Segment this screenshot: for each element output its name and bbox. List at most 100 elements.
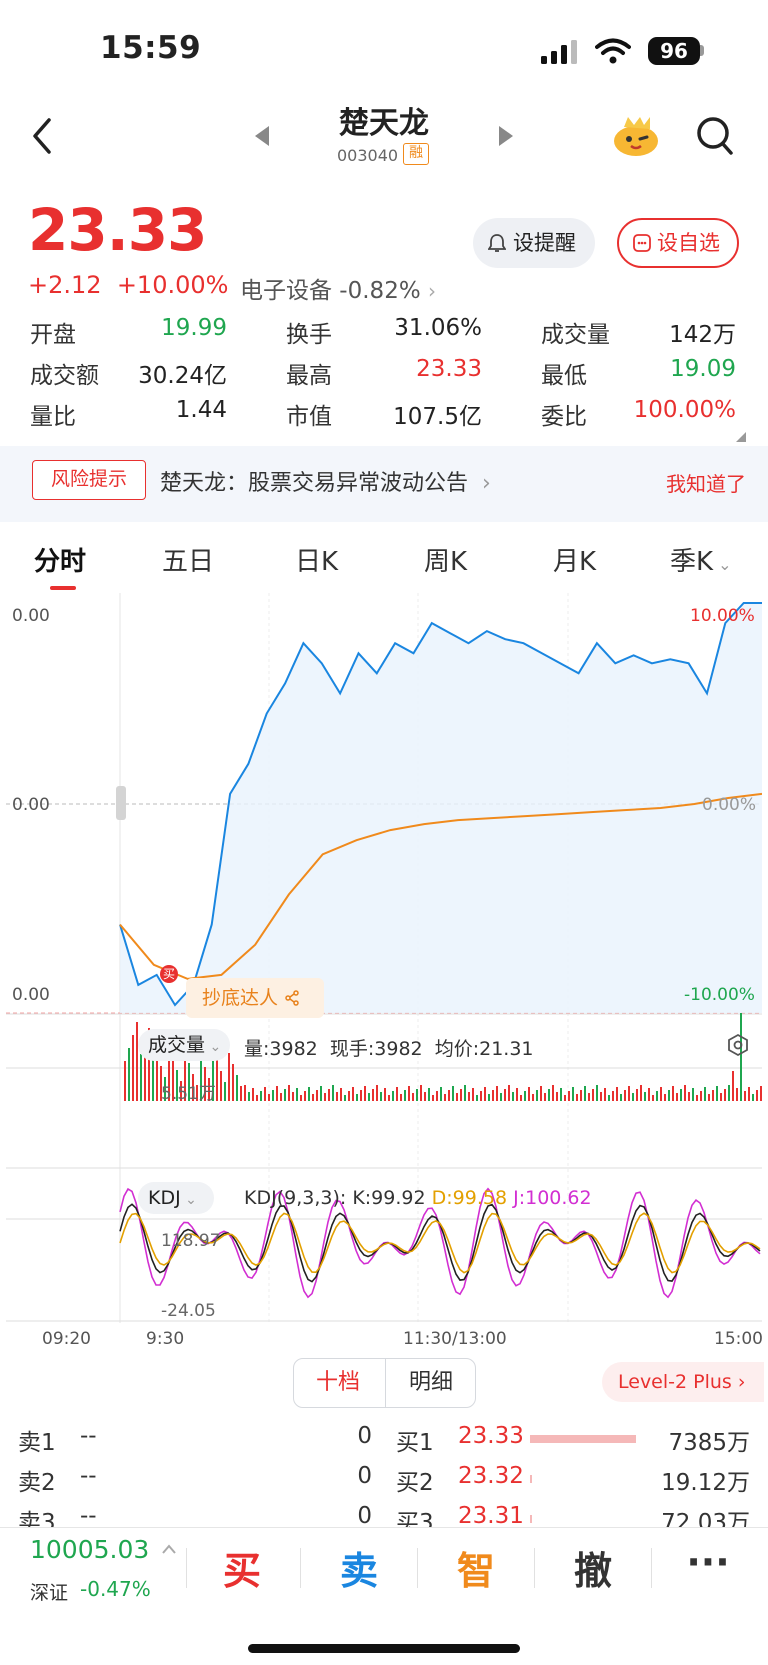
stat-label: 量比 (30, 404, 76, 430)
tab-quarterly-k[interactable]: 季K ⌄ (670, 541, 732, 578)
volume-bar (392, 1091, 394, 1101)
buy-button[interactable]: 买 (202, 1540, 282, 1595)
tab-weekly-k[interactable]: 周K (424, 541, 467, 578)
risk-dismiss-button[interactable]: 我知道了 (666, 468, 746, 497)
volume-bar (580, 1090, 582, 1101)
stat-label: 换手 (286, 322, 332, 348)
volume-bar (432, 1095, 434, 1101)
kdj-label: KDJ (148, 1187, 181, 1209)
cancel-order-button[interactable]: 撤 (553, 1540, 633, 1595)
x-tick: 15:00 (714, 1329, 763, 1349)
volume-bar (668, 1090, 670, 1101)
smart-button[interactable]: 智 (436, 1540, 516, 1595)
volume-bar (464, 1085, 466, 1101)
volume-bar (608, 1095, 610, 1101)
expand-corner-icon[interactable] (736, 432, 746, 442)
buy-level-label: 买2 (396, 1470, 434, 1496)
stock-code: 003040 (337, 146, 399, 165)
risk-announcement-link[interactable]: 楚天龙：股票交易异常波动公告 › (160, 465, 491, 497)
volume-avg-price: 均价:21.31 (434, 1038, 534, 1060)
volume-bar (500, 1093, 502, 1101)
tab-active-indicator (50, 586, 76, 590)
volume-bar (368, 1093, 370, 1101)
tab-intraday[interactable]: 分时 (34, 541, 86, 578)
kdj-j: J:100.62 (513, 1187, 592, 1209)
kdj-lo-label: -24.05 (161, 1301, 216, 1321)
volume-bar (256, 1095, 258, 1101)
kdj-k: K:99.92 (352, 1187, 426, 1209)
volume-bar (496, 1086, 498, 1101)
volume-bar (156, 1055, 158, 1101)
margin-tag: 融 (403, 143, 429, 165)
index-value[interactable]: 10005.03 (30, 1535, 149, 1564)
bottom-fisher-tag[interactable]: 抄底达人 (186, 978, 324, 1018)
volume-bar (688, 1092, 690, 1101)
volume-bar (424, 1092, 426, 1101)
volume-bar (312, 1094, 314, 1101)
buy-level-label: 买1 (396, 1430, 434, 1456)
search-icon[interactable] (696, 116, 734, 156)
chevron-right-icon: › (731, 1371, 746, 1393)
volume-bar (360, 1090, 362, 1101)
volume-bar (308, 1087, 310, 1101)
watchlist-icon (633, 234, 651, 252)
add-favorite-button[interactable]: 设自选 (617, 218, 739, 268)
chart-settings-icon[interactable] (726, 1033, 750, 1057)
volume-bar (260, 1091, 262, 1101)
volume-bar (352, 1087, 354, 1101)
intraday-chart[interactable] (6, 593, 762, 1323)
stat-label: 最低 (541, 363, 587, 389)
sell-button[interactable]: 卖 (319, 1540, 399, 1595)
volume-bar (460, 1089, 462, 1101)
volume-indicator-select[interactable]: 成交量 ⌄ (138, 1029, 230, 1061)
stat-label: 开盘 (30, 322, 76, 348)
mascot-icon[interactable] (612, 113, 660, 157)
set-alert-button[interactable]: 设提醒 (473, 218, 595, 268)
divider (534, 1548, 535, 1588)
stat-label: 成交额 (30, 363, 99, 389)
volume-bar (268, 1094, 270, 1101)
volume-bar (228, 1053, 230, 1101)
volume-bar (612, 1091, 614, 1101)
divider (651, 1548, 652, 1588)
industry-link[interactable]: 电子设备 -0.82% › (240, 271, 436, 305)
tab-five-day[interactable]: 五日 (162, 541, 214, 578)
volume-bar (620, 1094, 622, 1101)
volume-bar (736, 1088, 738, 1101)
stat-label: 成交量 (541, 322, 610, 348)
buy-signal-marker[interactable]: 买 (160, 965, 178, 983)
detail-tab[interactable]: 明细 (385, 1358, 476, 1408)
kdj-indicator-select[interactable]: KDJ ⌄ (138, 1182, 214, 1214)
volume-bar (644, 1092, 646, 1101)
volume-bar (468, 1092, 470, 1101)
volume-bar (756, 1090, 758, 1101)
chevron-up-icon[interactable] (161, 1544, 177, 1554)
next-stock-icon[interactable] (497, 126, 513, 146)
tab-monthly-k[interactable]: 月K (553, 541, 596, 578)
level2-plus-button[interactable]: Level-2 Plus › (602, 1362, 764, 1402)
index-name: 深证 (30, 1582, 69, 1604)
kdj-hi-label: 118.97 (161, 1231, 221, 1251)
change-value: +2.12 (28, 271, 102, 299)
chevron-right-icon: › (428, 279, 436, 303)
price-change: +2.12 +10.00% (28, 271, 228, 299)
sell-volume: 0 (357, 1503, 372, 1529)
volume-bar (648, 1088, 650, 1101)
stat-label: 最高 (286, 363, 332, 389)
x-tick: 09:20 (42, 1329, 91, 1349)
volume-bar (292, 1092, 294, 1101)
y-left-tick: 0.00 (12, 985, 50, 1005)
buy-depth-bar (530, 1435, 636, 1443)
ten-level-tab[interactable]: 十档 (293, 1358, 383, 1408)
volume-qty: 量:3982 (244, 1038, 318, 1060)
sell-volume: 0 (357, 1423, 372, 1449)
volume-bar (248, 1092, 250, 1101)
volume-bar (740, 1013, 742, 1101)
stat-turnover: 31.06% (394, 315, 482, 341)
more-button[interactable]: ··· (668, 1540, 748, 1584)
bottom-fisher-label: 抄底达人 (202, 987, 279, 1009)
stat-open: 19.99 (161, 315, 227, 341)
tab-daily-k[interactable]: 日K (295, 541, 338, 578)
volume-bar (680, 1089, 682, 1101)
volume-bar (556, 1092, 558, 1101)
